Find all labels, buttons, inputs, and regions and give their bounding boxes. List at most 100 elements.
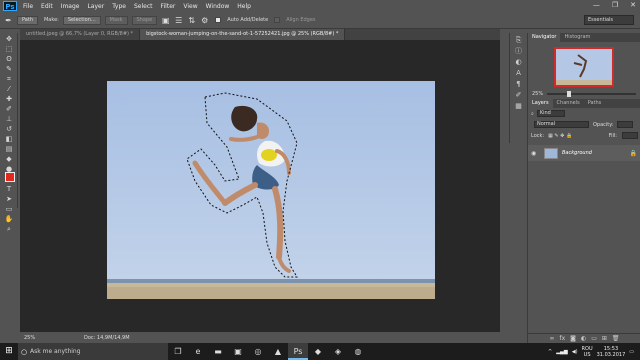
navigator-zoom-value[interactable]: 25% <box>532 91 543 97</box>
new-layer-icon[interactable]: ⊞ <box>602 335 607 342</box>
auto-add-delete-checkbox[interactable] <box>215 17 222 23</box>
task-view-icon[interactable]: ❐ <box>168 343 188 360</box>
clone-stamp-tool-icon[interactable]: ⊥ <box>4 115 14 123</box>
path-selection-tool-icon[interactable]: ➤ <box>4 195 14 203</box>
history-brush-tool-icon[interactable]: ↺ <box>4 125 14 133</box>
blur-tool-icon[interactable]: ◆ <box>4 155 14 163</box>
vlc-icon[interactable]: ▲ <box>268 343 288 360</box>
shape-button[interactable]: Shape <box>131 15 158 25</box>
network-icon[interactable]: ▂▄▆ <box>556 349 568 355</box>
navigator-thumbnail[interactable] <box>554 47 614 87</box>
menu-view[interactable]: View <box>183 3 197 10</box>
mode-select[interactable]: Path <box>17 15 38 25</box>
fill-field[interactable] <box>622 132 638 139</box>
tab-layers[interactable]: Layers <box>528 99 553 108</box>
menu-edit[interactable]: Edit <box>41 3 53 10</box>
marquee-tool-icon[interactable]: ⬚ <box>4 45 14 53</box>
align-edges-checkbox[interactable] <box>274 17 281 23</box>
menu-help[interactable]: Help <box>237 3 251 10</box>
opacity-field[interactable] <box>616 121 633 128</box>
language-indicator[interactable]: ROU US <box>582 346 593 358</box>
app-icon-3[interactable]: ◆ <box>308 343 328 360</box>
photoshop-taskbar-icon[interactable]: Ps <box>288 343 308 360</box>
navigator-zoom-slider[interactable] <box>547 91 636 97</box>
character-icon[interactable]: A <box>514 70 523 77</box>
menu-select[interactable]: Select <box>134 3 153 10</box>
kind-select[interactable]: Kind <box>536 110 565 117</box>
tray-arrow-icon[interactable]: ^ <box>548 349 552 355</box>
volume-icon[interactable]: ◀) <box>572 349 578 355</box>
app-icon-5[interactable]: ◍ <box>348 343 368 360</box>
canvas-area[interactable] <box>20 40 500 332</box>
close-button[interactable]: ✕ <box>630 1 636 9</box>
path-alignment-icon[interactable]: ☰ <box>174 16 183 25</box>
document-image[interactable] <box>107 81 435 299</box>
lock-label: Lock: <box>531 132 545 139</box>
layer-background[interactable]: ◉ Background 🔒 <box>528 145 640 161</box>
app-icon-4[interactable]: ◈ <box>328 343 348 360</box>
swatches-icon[interactable]: ▦ <box>514 103 523 110</box>
menu-file[interactable]: File <box>23 3 33 10</box>
tab-untitled[interactable]: untitled.jpeg @ 66,7% (Layer 0, RGB/8#) … <box>20 29 141 40</box>
minimize-button[interactable]: — <box>593 1 600 9</box>
microphone-icon[interactable]: ○ <box>18 348 30 356</box>
lasso-tool-icon[interactable]: ʘ <box>4 55 14 63</box>
trash-icon[interactable]: 🗑 <box>612 335 620 342</box>
lock-options-icon[interactable]: ▦ ✎ ✥ 🔒 <box>548 133 572 139</box>
edge-icon[interactable]: e <box>188 343 208 360</box>
mask-button[interactable]: Mask <box>104 15 128 25</box>
menu-window[interactable]: Window <box>206 3 230 10</box>
brush-tool-icon[interactable]: ✐ <box>4 105 14 113</box>
windows-start-icon[interactable]: ⊞ <box>0 343 18 360</box>
menu-type[interactable]: Type <box>112 3 126 10</box>
menu-filter[interactable]: Filter <box>161 3 176 10</box>
brush-presets-icon[interactable]: ✐ <box>514 92 523 99</box>
crop-tool-icon[interactable]: ⌗ <box>4 75 14 83</box>
properties-icon[interactable]: ⓘ <box>514 48 523 55</box>
history-icon[interactable]: ⎘ <box>514 37 523 44</box>
paragraph-icon[interactable]: ¶ <box>514 81 523 88</box>
tab-paths[interactable]: Paths <box>584 99 606 108</box>
file-explorer-icon[interactable]: ▬ <box>208 343 228 360</box>
new-group-icon[interactable]: ▭ <box>591 335 597 342</box>
healing-brush-tool-icon[interactable]: ✚ <box>4 95 14 103</box>
move-tool-icon[interactable]: ✥ <box>4 35 14 43</box>
quick-select-tool-icon[interactable]: ✎ <box>4 65 14 73</box>
layer-style-icon[interactable]: fx <box>559 335 565 342</box>
adjustments-icon[interactable]: ◐ <box>514 59 523 66</box>
menu-layer[interactable]: Layer <box>87 3 104 10</box>
eraser-tool-icon[interactable]: ◧ <box>4 135 14 143</box>
selection-button[interactable]: Selection... <box>62 15 101 25</box>
type-tool-icon[interactable]: T <box>4 185 14 193</box>
tab-bigstock-woman[interactable]: bigstock-woman-jumping-on-the-sand-ot-1-… <box>140 29 346 40</box>
eyedropper-tool-icon[interactable]: ⁄ <box>4 85 14 93</box>
navigator-slider-knob[interactable] <box>566 91 571 97</box>
rectangle-tool-icon[interactable]: ▭ <box>4 205 14 213</box>
workspace-select[interactable]: Essentials <box>584 15 634 25</box>
link-layers-icon[interactable]: ∞ <box>549 335 554 342</box>
add-mask-icon[interactable]: ◙ <box>570 335 576 342</box>
path-arrangement-icon[interactable]: ⇅ <box>187 16 196 25</box>
menu-image[interactable]: Image <box>61 3 80 10</box>
eye-icon[interactable]: ◉ <box>531 150 540 157</box>
zoom-level[interactable]: 25% <box>20 335 44 341</box>
path-operations-icon[interactable]: ▣ <box>161 16 170 25</box>
foreground-color-swatch[interactable] <box>5 172 15 182</box>
blend-mode-select[interactable]: Normal <box>534 121 589 128</box>
zoom-tool-icon[interactable]: ⌕ <box>4 225 14 233</box>
store-icon[interactable]: ▣ <box>228 343 248 360</box>
gear-icon[interactable]: ⚙ <box>200 16 209 25</box>
adjustment-layer-icon[interactable]: ◐ <box>581 335 586 342</box>
tab-histogram[interactable]: Histogram <box>560 33 594 42</box>
pen-tool-preset-icon[interactable]: ✒ <box>4 16 13 25</box>
taskbar-search[interactable]: ○ Ask me anything <box>18 343 168 360</box>
chrome-icon[interactable]: ◎ <box>248 343 268 360</box>
notifications-icon[interactable]: ▭ <box>629 349 634 355</box>
clock[interactable]: 15:53 31.03.2017 <box>597 346 626 358</box>
gradient-tool-icon[interactable]: ▤ <box>4 145 14 153</box>
maximize-button[interactable]: ❐ <box>612 1 618 9</box>
hand-tool-icon[interactable]: ✋ <box>4 215 14 223</box>
tab-channels[interactable]: Channels <box>553 99 584 108</box>
filter-search-icon: ⌕ <box>531 110 534 117</box>
tab-navigator[interactable]: Navigator <box>528 33 561 42</box>
